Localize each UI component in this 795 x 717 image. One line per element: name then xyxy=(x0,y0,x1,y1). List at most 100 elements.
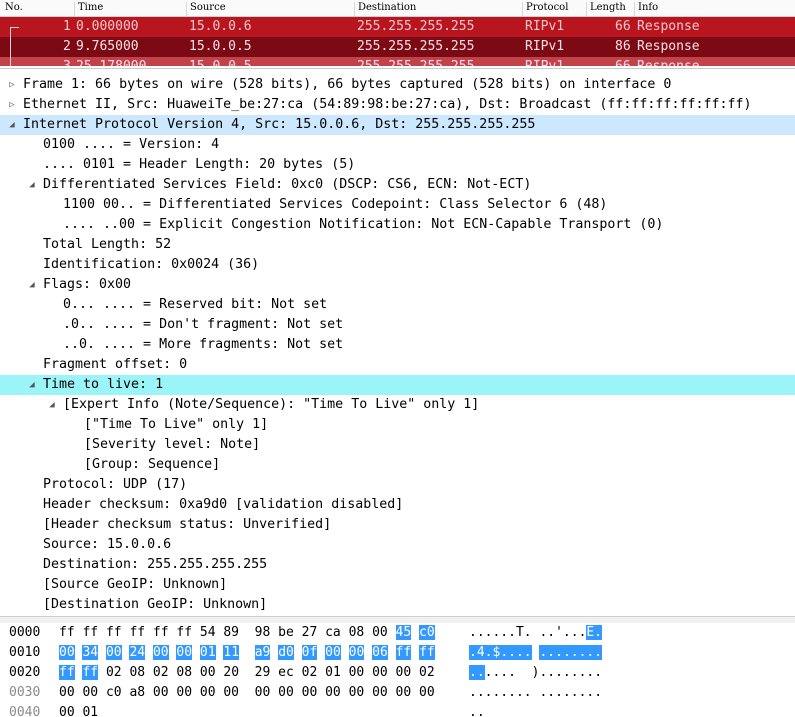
collapse-arrow-icon[interactable]: ◢ xyxy=(26,175,38,195)
tree-item[interactable]: [Header checksum status: Unverified] xyxy=(0,515,795,535)
tree-item-label: [Destination GeoIP: Unknown] xyxy=(43,597,268,612)
packet-source: 15.0.0.6 xyxy=(189,19,252,34)
packet-info: Response xyxy=(637,57,700,66)
tree-item-label: 1100 00.. = Differentiated Services Code… xyxy=(63,197,608,212)
tree-item[interactable]: 0... .... = Reserved bit: Not set xyxy=(0,295,795,315)
column-header-no[interactable]: No. xyxy=(2,2,23,16)
tree-item[interactable]: 0100 .... = Version: 4 xyxy=(0,135,795,155)
tree-item-label: [Severity level: Note] xyxy=(84,437,261,452)
bytes-row[interactable]: 0020 ff ff 02 08 02 08 00 20 29 ec 02 01… xyxy=(0,663,795,683)
column-header-info[interactable]: Info xyxy=(634,2,658,16)
packet-length: 66 xyxy=(615,19,631,34)
tree-item[interactable]: Protocol: UDP (17) xyxy=(0,475,795,495)
bytes-row[interactable]: 0000 ff ff ff ff ff ff 54 89 98 be 27 ca… xyxy=(0,623,795,643)
tree-item[interactable]: Fragment offset: 0 xyxy=(0,355,795,375)
packet-row[interactable]: 3 25.178000 15.0.0.5 255.255.255.255 RIP… xyxy=(0,57,795,66)
bytes-hex: ff ff 02 08 02 08 00 20 29 ec 02 01 00 0… xyxy=(59,665,435,680)
bytes-hex: 00 01 xyxy=(59,705,99,717)
packet-row[interactable]: 2 9.765000 15.0.0.5 255.255.255.255 RIPv… xyxy=(0,37,795,57)
expand-arrow-icon[interactable]: ▷ xyxy=(6,75,18,95)
tree-item[interactable]: .... ..00 = Explicit Congestion Notifica… xyxy=(0,215,795,235)
packet-length: 86 xyxy=(615,39,631,54)
tree-item[interactable]: Header checksum: 0xa9d0 [validation disa… xyxy=(0,495,795,515)
tree-item[interactable]: Identification: 0x0024 (36) xyxy=(0,255,795,275)
tree-item-label: Source: 15.0.0.6 xyxy=(43,537,172,552)
column-header-destination[interactable]: Destination xyxy=(354,2,416,16)
tree-item-expert-info[interactable]: ◢ [Expert Info (Note/Sequence): "Time To… xyxy=(0,395,795,415)
bytes-ascii: .4.$.... ........ xyxy=(469,645,603,660)
packet-destination: 255.255.255.255 xyxy=(357,19,475,34)
related-packet-bracket-icon xyxy=(10,27,19,66)
packet-destination: 255.255.255.255 xyxy=(357,57,474,66)
packet-protocol: RIPv1 xyxy=(525,57,564,66)
column-header-length[interactable]: Length xyxy=(586,2,626,16)
tree-item-label: 0... .... = Reserved bit: Not set xyxy=(63,297,328,312)
tree-item[interactable]: [Source GeoIP: Unknown] xyxy=(0,575,795,595)
tree-item[interactable]: ..0. .... = More fragments: Not set xyxy=(0,335,795,355)
bytes-ascii: .. xyxy=(469,705,485,717)
bytes-ascii: ......T. ..'...E. xyxy=(469,625,603,640)
tree-item[interactable]: [Destination GeoIP: Unknown] xyxy=(0,595,795,615)
packet-time: 0.000000 xyxy=(76,19,139,34)
tree-item-dsfield[interactable]: ◢ Differentiated Services Field: 0xc0 (D… xyxy=(0,175,795,195)
tree-item-ttl[interactable]: ◢ Time to live: 1 xyxy=(0,375,795,395)
tree-item[interactable]: 1100 00.. = Differentiated Services Code… xyxy=(0,195,795,215)
bytes-offset: 0010 xyxy=(9,645,41,660)
tree-item-flags[interactable]: ◢ Flags: 0x00 xyxy=(0,275,795,295)
tree-item-label: Header checksum: 0xa9d0 [validation disa… xyxy=(43,497,404,512)
tree-item[interactable]: .0.. .... = Don't fragment: Not set xyxy=(0,315,795,335)
packet-info: Response xyxy=(637,19,700,34)
bytes-row[interactable]: 0030 00 00 c0 a8 00 00 00 00 00 00 00 00… xyxy=(0,683,795,703)
packet-info: Response xyxy=(637,39,700,54)
tree-item[interactable]: Total Length: 52 xyxy=(0,235,795,255)
collapse-arrow-icon[interactable]: ◢ xyxy=(46,395,58,415)
tree-item-label: [Expert Info (Note/Sequence): "Time To L… xyxy=(63,397,480,412)
tree-item-ipv4[interactable]: ◢ Internet Protocol Version 4, Src: 15.0… xyxy=(0,115,795,135)
tree-item-label: Ethernet II, Src: HuaweiTe_be:27:ca (54:… xyxy=(23,97,752,112)
packet-row[interactable]: 1 0.000000 15.0.0.6 255.255.255.255 RIPv… xyxy=(0,17,795,37)
packet-details-tree[interactable]: ▷ Frame 1: 66 bytes on wire (528 bits), … xyxy=(0,68,795,617)
tree-item-label: [Source GeoIP: Unknown] xyxy=(43,577,228,592)
tree-item-frame[interactable]: ▷ Frame 1: 66 bytes on wire (528 bits), … xyxy=(0,75,795,95)
bytes-hex: 00 00 c0 a8 00 00 00 00 00 00 00 00 00 0… xyxy=(59,685,435,700)
packet-destination: 255.255.255.255 xyxy=(357,39,475,54)
bytes-row[interactable]: 0010 00 34 00 24 00 00 01 11 a9 d0 0f 00… xyxy=(0,643,795,663)
tree-item-label: Differentiated Services Field: 0xc0 (DSC… xyxy=(43,177,532,192)
packet-source: 15.0.0.5 xyxy=(189,57,252,66)
tree-item[interactable]: Destination: 255.255.255.255 xyxy=(0,555,795,575)
tree-item-label: ..0. .... = More fragments: Not set xyxy=(63,337,344,352)
tree-item[interactable]: ["Time To Live" only 1] xyxy=(0,415,795,435)
tree-item-label: .0.. .... = Don't fragment: Not set xyxy=(63,317,344,332)
tree-item-label: .... 0101 = Header Length: 20 bytes (5) xyxy=(43,157,356,172)
column-header-protocol[interactable]: Protocol xyxy=(522,2,568,16)
packet-bytes-pane[interactable]: 0000 ff ff ff ff ff ff 54 89 98 be 27 ca… xyxy=(0,623,795,717)
bytes-ascii: ...... )........ xyxy=(469,665,603,680)
tree-item-label: Time to live: 1 xyxy=(43,377,164,392)
packet-protocol: RIPv1 xyxy=(525,19,565,34)
packet-list-header: No. Time Source Destination Protocol Len… xyxy=(0,0,795,17)
tree-item[interactable]: Source: 15.0.0.6 xyxy=(0,535,795,555)
tree-item-label: Flags: 0x00 xyxy=(43,277,132,292)
tree-item-label: Fragment offset: 0 xyxy=(43,357,188,372)
tree-item-label: Internet Protocol Version 4, Src: 15.0.0… xyxy=(23,117,536,132)
expand-arrow-icon[interactable]: ▷ xyxy=(6,95,18,115)
packet-time: 25.178000 xyxy=(76,57,146,66)
packet-protocol: RIPv1 xyxy=(525,39,565,54)
tree-item-ethernet[interactable]: ▷ Ethernet II, Src: HuaweiTe_be:27:ca (5… xyxy=(0,95,795,115)
column-header-time[interactable]: Time xyxy=(74,2,103,16)
collapse-arrow-icon[interactable]: ◢ xyxy=(26,375,38,395)
tree-item[interactable]: [Group: Sequence] xyxy=(0,455,795,475)
packet-source: 15.0.0.5 xyxy=(189,39,252,54)
column-header-source[interactable]: Source xyxy=(186,2,226,16)
packet-list[interactable]: No. Time Source Destination Protocol Len… xyxy=(0,0,795,66)
tree-item-label: Identification: 0x0024 (36) xyxy=(43,257,260,272)
tree-item[interactable]: .... 0101 = Header Length: 20 bytes (5) xyxy=(0,155,795,175)
bytes-row[interactable]: 0040 00 01 .. xyxy=(0,703,795,717)
tree-item-label: [Group: Sequence] xyxy=(84,457,221,472)
bytes-hex: 00 34 00 24 00 00 01 11 a9 d0 0f 00 00 0… xyxy=(59,645,435,660)
tree-item[interactable]: [Severity level: Note] xyxy=(0,435,795,455)
bytes-offset: 0000 xyxy=(9,625,41,640)
bytes-ascii: ........ ........ xyxy=(469,685,603,700)
collapse-arrow-icon[interactable]: ◢ xyxy=(6,115,18,135)
collapse-arrow-icon[interactable]: ◢ xyxy=(26,275,38,295)
